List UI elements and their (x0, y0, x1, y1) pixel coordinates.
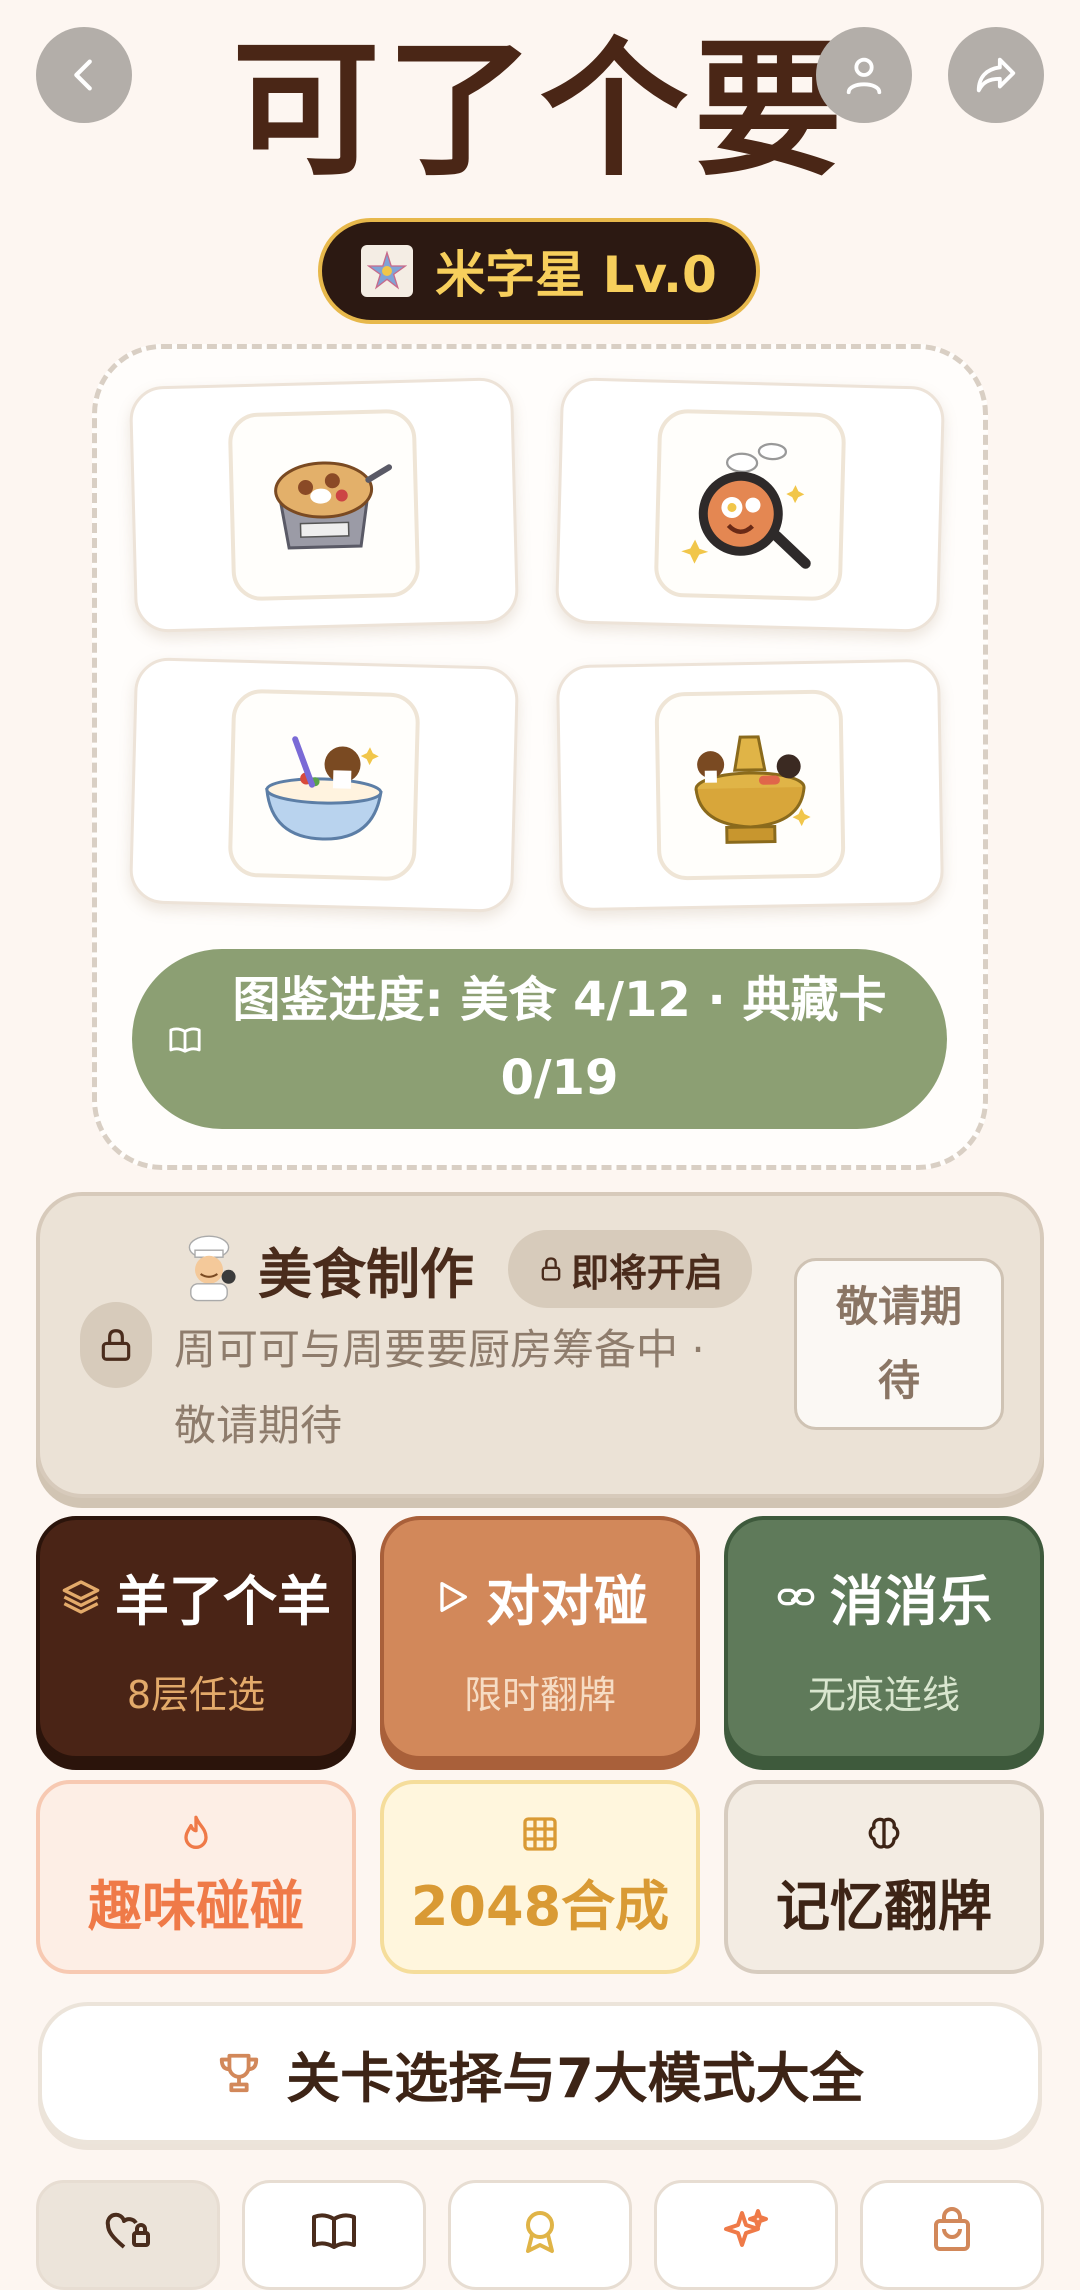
level-select-label: 关卡选择与7大模式大全 (286, 2046, 864, 2110)
cooking-title: 美食制作 (258, 1243, 474, 1306)
mode-name: 对对碰 (486, 1570, 648, 1633)
cooking-card: 美食制作 即将开启 周可可与周要要厨房筹备中 · 敬请期待 敬请期待 (36, 1192, 1044, 1498)
mode-sheep-button[interactable]: 羊了个羊 8层任选 (36, 1516, 356, 1760)
collection-progress[interactable]: 图鉴进度: 美食 4/12 · 典藏卡 0/19 (132, 949, 947, 1129)
coming-soon-tag: 即将开启 (508, 1230, 752, 1308)
minigame-2048-button[interactable]: 2048合成 (380, 1780, 700, 1974)
lock-badge (80, 1302, 152, 1388)
flame-icon (184, 1815, 208, 1849)
frying-pan-icon (681, 442, 811, 569)
hotpot-icon (694, 735, 811, 844)
cooking-description: 周可可与周要要厨房筹备中 · 敬请期待 (174, 1325, 705, 1450)
minigame-name: 趣味碰碰 (88, 1874, 304, 1938)
minigame-bump-button[interactable]: 趣味碰碰 (36, 1780, 356, 1974)
stay-tuned-button[interactable]: 敬请期待 (794, 1258, 1004, 1430)
collection-progress-text: 图鉴进度: 美食 4/12 · 典藏卡 0/19 (232, 972, 887, 1106)
level-badge[interactable]: 米字星 Lv.0 (318, 218, 760, 324)
mode-name: 消消乐 (830, 1570, 992, 1633)
tab-specials[interactable] (654, 2180, 838, 2290)
noodle-bowl-icon (265, 736, 383, 841)
lock-icon (101, 1329, 131, 1361)
food-card-hotpot[interactable] (555, 658, 945, 912)
user-icon (846, 57, 882, 95)
heart-lock-icon (105, 2212, 150, 2249)
layers-icon (62, 1579, 100, 1614)
tab-achievements[interactable] (448, 2180, 632, 2290)
mode-subtitle: 无痕连线 (807, 1673, 960, 1717)
grid-icon (523, 1816, 557, 1851)
tab-collection[interactable] (242, 2180, 426, 2290)
trophy-icon (220, 2053, 259, 2093)
minigame-memory-button[interactable]: 记忆翻牌 (724, 1780, 1044, 1974)
bag-icon (934, 2207, 970, 2251)
share-icon (976, 57, 1016, 93)
brain-icon (868, 1817, 900, 1849)
minigame-name: 记忆翻牌 (776, 1874, 992, 1938)
food-card-noodles[interactable] (128, 657, 520, 913)
chef-icon (188, 1235, 236, 1302)
food-thumb (227, 688, 421, 882)
play-icon (440, 1581, 467, 1612)
food-card-pan[interactable] (554, 377, 946, 633)
lock-icon (541, 1257, 561, 1281)
book-icon (169, 1027, 201, 1053)
book-icon (312, 2213, 356, 2249)
food-thumb (653, 408, 847, 602)
profile-button[interactable] (816, 27, 912, 123)
app-title: 可了个要 (232, 24, 848, 196)
mode-subtitle: 限时翻牌 (463, 1673, 616, 1717)
tab-shop[interactable] (860, 2180, 1044, 2290)
sparkle-icon (724, 2209, 768, 2247)
award-icon (526, 2211, 554, 2253)
food-thumb (654, 689, 846, 881)
level-label: 米字星 Lv.0 (435, 246, 717, 304)
food-thumb (227, 408, 421, 602)
link-icon (777, 1588, 815, 1605)
mode-match-button[interactable]: 对对碰 限时翻牌 (380, 1516, 700, 1760)
mode-eliminate-button[interactable]: 消消乐 无痕连线 (724, 1516, 1044, 1760)
coming-soon-label: 即将开启 (570, 1250, 723, 1295)
share-button[interactable] (948, 27, 1044, 123)
mode-name: 羊了个羊 (115, 1570, 331, 1633)
food-card-pizza[interactable] (128, 377, 520, 633)
minigame-name: 2048合成 (410, 1874, 670, 1938)
mode-subtitle: 8层任选 (126, 1673, 266, 1717)
tab-favorites[interactable] (36, 2180, 220, 2290)
star-icon (361, 245, 414, 297)
level-select-button[interactable]: 关卡选择与7大模式大全 (38, 2002, 1042, 2144)
pizza-pan-icon (274, 461, 393, 550)
